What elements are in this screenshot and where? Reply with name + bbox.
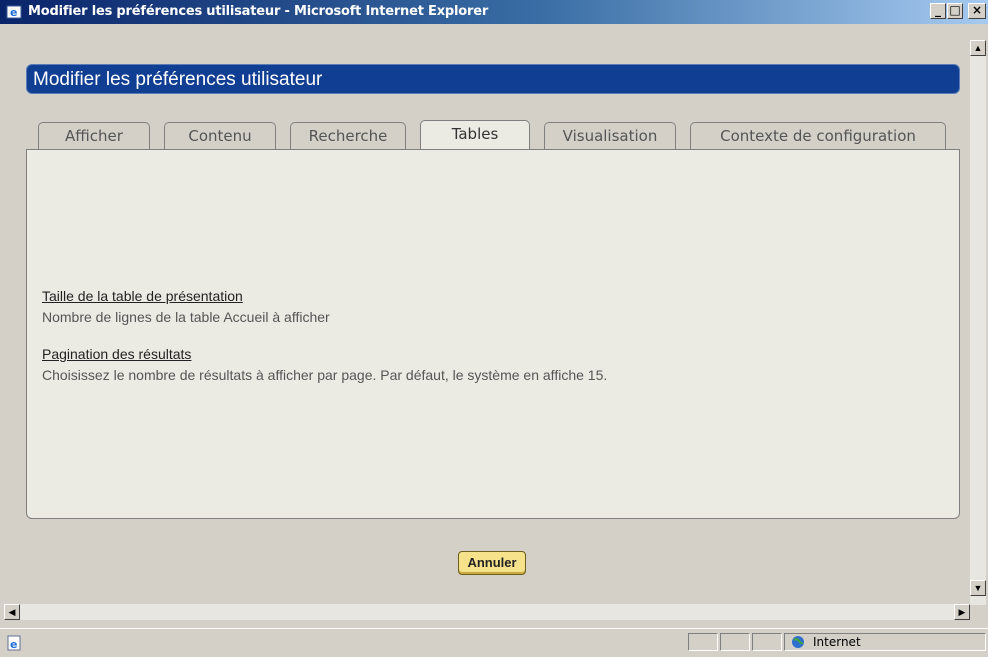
setting-link-pagination[interactable]: Pagination des résultats — [42, 346, 191, 362]
cancel-button[interactable]: Annuler — [458, 551, 526, 575]
scroll-down-icon[interactable]: ▼ — [970, 580, 986, 596]
setting-description: Nombre de lignes de la table Accueil à a… — [42, 309, 330, 325]
close-button[interactable]: × — [968, 3, 986, 19]
svg-text:e: e — [10, 6, 17, 19]
title-bar: e Modifier les préférences utilisateur -… — [0, 0, 988, 24]
status-cell — [752, 633, 782, 651]
tab-afficher[interactable]: Afficher — [38, 122, 150, 150]
maximize-button[interactable]: □ — [947, 3, 963, 19]
tab-panel — [26, 149, 960, 519]
status-cell — [720, 633, 750, 651]
page-title: Modifier les préférences utilisateur — [33, 69, 323, 90]
scroll-left-icon[interactable]: ◀ — [4, 604, 20, 620]
scroll-right-icon[interactable]: ▶ — [954, 604, 970, 620]
scroll-up-icon[interactable]: ▲ — [970, 40, 986, 56]
tab-contenu[interactable]: Contenu — [164, 122, 276, 150]
tab-recherche[interactable]: Recherche — [290, 122, 406, 150]
minimize-button[interactable]: _ — [930, 3, 946, 19]
setting-link-table-size[interactable]: Taille de la table de présentation — [42, 288, 243, 304]
page-header: Modifier les préférences utilisateur — [26, 64, 960, 94]
ie-window-icon: e — [6, 4, 22, 20]
browser-window: e Modifier les préférences utilisateur -… — [0, 0, 988, 657]
tab-tables[interactable]: Tables — [420, 120, 530, 150]
status-zone-label: Internet — [813, 635, 861, 649]
status-cell — [688, 633, 718, 651]
horizontal-scrollbar[interactable]: ◀ ▶ — [4, 604, 970, 620]
setting-description: Choisissez le nombre de résultats à affi… — [42, 367, 608, 383]
svg-text:e: e — [10, 638, 17, 651]
status-zone-cell: Internet — [784, 633, 986, 651]
status-bar: e Internet — [0, 628, 988, 657]
vertical-scrollbar[interactable]: ▲ ▼ — [970, 40, 986, 605]
tab-contexte-de-configuration[interactable]: Contexte de configuration — [690, 122, 946, 150]
internet-globe-icon — [791, 635, 805, 654]
tab-visualisation[interactable]: Visualisation — [544, 122, 676, 150]
window-title: Modifier les préférences utilisateur - M… — [28, 4, 489, 19]
ie-page-icon: e — [6, 635, 22, 651]
